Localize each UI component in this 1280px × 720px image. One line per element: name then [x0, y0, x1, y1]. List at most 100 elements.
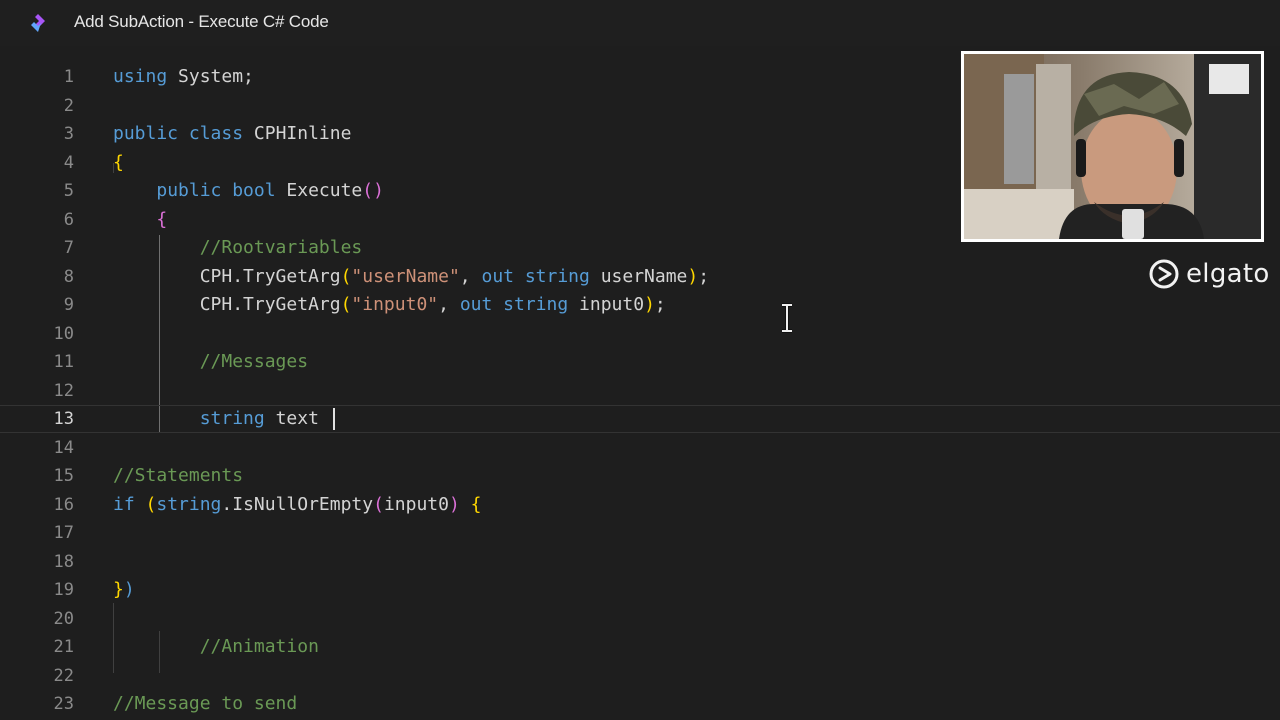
- code-text: CPH.TryGetArg("input0", out string input…: [113, 291, 666, 319]
- code-line[interactable]: 15 //Statements: [0, 462, 1280, 490]
- line-number: 17: [53, 523, 74, 543]
- line-number: 20: [53, 609, 74, 629]
- code-token: string: [199, 408, 276, 429]
- line-number: 23: [53, 694, 74, 714]
- code-token: userName: [600, 266, 688, 287]
- text-cursor: [333, 408, 335, 430]
- code-token: //Message to send: [113, 693, 298, 714]
- code-line[interactable]: 14: [0, 434, 1280, 462]
- code-line[interactable]: 16 if (string.IsNullOrEmpty(input0) {: [0, 491, 1280, 519]
- line-number: 14: [53, 438, 74, 458]
- code-token: {: [156, 209, 168, 230]
- code-token: "userName": [351, 266, 460, 287]
- code-token: public bool: [156, 180, 287, 201]
- code-token: CPHInline: [253, 123, 352, 144]
- line-number: 3: [63, 124, 74, 144]
- code-token: System;: [178, 66, 254, 87]
- title-bar: Add SubAction - Execute C# Code: [0, 0, 1280, 46]
- code-text: string text: [113, 405, 319, 433]
- line-number: 15: [53, 466, 74, 486]
- code-token: CPH.TryGetArg: [113, 294, 341, 315]
- code-token: ,: [459, 266, 482, 287]
- code-token: //Animation: [199, 636, 319, 657]
- code-token: {: [113, 152, 124, 173]
- code-token: text: [275, 408, 319, 429]
- code-line[interactable]: 23 //Message to send: [0, 690, 1280, 718]
- code-line[interactable]: 21 //Animation: [0, 633, 1280, 661]
- line-number: 9: [63, 295, 74, 315]
- code-token: ;: [654, 294, 666, 315]
- code-text: //Rootvariables: [113, 234, 363, 262]
- code-text: {: [113, 149, 124, 177]
- code-line[interactable]: 10: [0, 320, 1280, 348]
- code-line[interactable]: 13 string text: [0, 405, 1280, 433]
- code-text: //Animation: [113, 633, 319, 661]
- code-token: //Rootvariables: [199, 237, 363, 258]
- code-line[interactable]: 18: [0, 548, 1280, 576]
- code-token: ): [687, 266, 699, 287]
- line-number: 5: [63, 181, 74, 201]
- line-number: 2: [63, 96, 74, 116]
- code-token: {: [470, 494, 482, 515]
- code-text: using System;: [113, 63, 254, 91]
- code-token: Execute: [286, 180, 363, 201]
- code-token: .IsNullOrEmpty: [221, 494, 374, 515]
- webcam-image: [964, 54, 1261, 239]
- line-number: 11: [53, 352, 74, 372]
- code-token: string: [156, 494, 222, 515]
- code-token: ;: [698, 266, 710, 287]
- code-text: }): [113, 576, 135, 604]
- code-text: //Message to send: [113, 690, 297, 718]
- code-text: if (string.IsNullOrEmpty(input0) {: [113, 491, 482, 519]
- code-text: //Messages: [113, 348, 308, 376]
- line-number: 7: [63, 238, 74, 258]
- line-number: 16: [53, 495, 74, 515]
- elgato-logo-icon: [1149, 259, 1179, 289]
- line-number: 10: [53, 324, 74, 344]
- code-text: {: [113, 206, 167, 234]
- code-line[interactable]: 22: [0, 662, 1280, 690]
- code-line[interactable]: 20: [0, 605, 1280, 633]
- code-token: out string: [481, 266, 601, 287]
- code-line[interactable]: 8 CPH.TryGetArg("userName", out string u…: [0, 263, 1280, 291]
- code-token: ): [644, 294, 655, 315]
- code-line[interactable]: 11 //Messages: [0, 348, 1280, 376]
- code-text: public bool Execute(): [113, 177, 384, 205]
- code-token: //Statements: [113, 465, 244, 486]
- line-number: 13: [53, 409, 74, 429]
- code-token: input0: [579, 294, 645, 315]
- window-title: Add SubAction - Execute C# Code: [74, 12, 329, 31]
- streamerbot-logo-icon: [31, 14, 45, 32]
- code-token: (: [145, 494, 157, 515]
- code-token: if: [113, 494, 146, 515]
- code-token: (: [340, 294, 352, 315]
- line-number: 6: [63, 210, 74, 230]
- code-text: //Statements: [113, 462, 243, 490]
- line-number: 12: [53, 381, 74, 401]
- code-token: input0: [383, 494, 449, 515]
- code-token: ): [448, 494, 460, 515]
- code-line[interactable]: 12: [0, 377, 1280, 405]
- webcam-feed: [961, 51, 1264, 242]
- code-line[interactable]: 9 CPH.TryGetArg("input0", out string inp…: [0, 291, 1280, 319]
- line-number: 19: [53, 580, 74, 600]
- code-line[interactable]: 19}): [0, 576, 1280, 604]
- code-line[interactable]: 17: [0, 519, 1280, 547]
- code-token: }: [113, 579, 124, 600]
- elgato-wordmark: elgato: [1186, 259, 1270, 289]
- code-token: ): [123, 579, 135, 600]
- elgato-brand: elgato: [1148, 256, 1270, 292]
- code-token: //Messages: [199, 351, 309, 372]
- ibeam-cursor-icon: [782, 303, 792, 333]
- code-token: (): [362, 180, 384, 201]
- code-token: CPH.TryGetArg: [113, 266, 341, 287]
- line-number: 4: [63, 153, 74, 173]
- code-token: out string: [459, 294, 580, 315]
- code-token: ,: [438, 294, 460, 315]
